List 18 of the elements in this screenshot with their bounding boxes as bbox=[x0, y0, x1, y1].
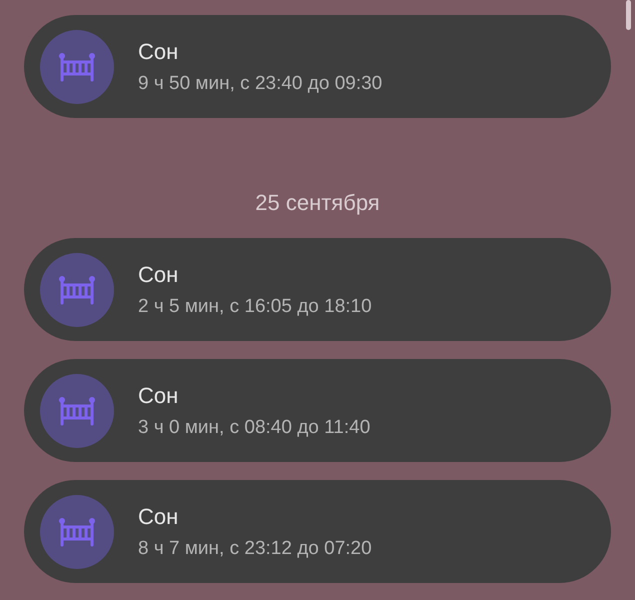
crib-icon bbox=[58, 516, 96, 546]
entry-title: Сон bbox=[138, 262, 180, 288]
sleep-entry-card[interactable]: Сон 8 ч 7 мин, с 23:12 до 07:20 bbox=[24, 480, 611, 583]
entry-title: Сон bbox=[138, 38, 180, 64]
sleep-entry-card[interactable]: Сон 2 ч 5 мин, с 16:05 до 18:10 bbox=[24, 238, 611, 341]
scrollbar-thumb[interactable] bbox=[626, 0, 631, 30]
sleep-entry-card[interactable]: Сон 3 ч 0 мин, с 08:40 до 11:40 bbox=[24, 359, 611, 462]
entry-detail: 9 ч 50 мин, с 23:40 до 09:30 bbox=[138, 72, 382, 94]
sleep-entry-card[interactable]: Сон 9 ч 50 мин, с 23:40 до 09:30 bbox=[24, 15, 611, 118]
entry-detail: 3 ч 0 мин, с 08:40 до 11:40 bbox=[138, 416, 370, 438]
crib-icon bbox=[58, 274, 96, 304]
crib-icon bbox=[58, 52, 96, 82]
entry-title: Сон bbox=[138, 382, 180, 408]
entry-detail: 8 ч 7 мин, с 23:12 до 07:20 bbox=[138, 538, 372, 560]
crib-icon bbox=[58, 396, 96, 426]
entry-detail: 2 ч 5 мин, с 16:05 до 18:10 bbox=[138, 296, 372, 318]
entry-title: Сон bbox=[138, 504, 180, 530]
date-heading: 25 сентября bbox=[255, 190, 380, 216]
